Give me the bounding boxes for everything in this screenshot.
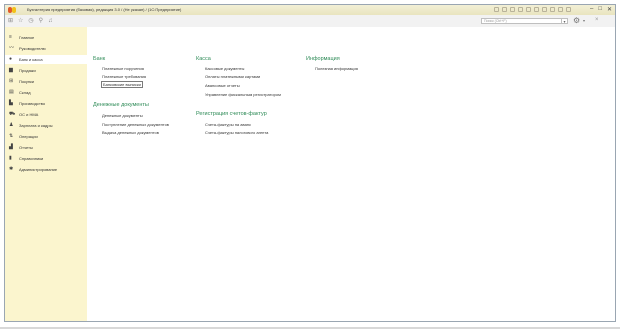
group-title-invoices: Регистрация счетов-фактур [196,111,267,117]
warehouse-icon: ▤ [9,89,14,95]
title-tool-icon[interactable] [550,7,555,12]
sidebar-item-label: Зарплата и кадры [19,123,53,128]
sidebar-item-label: Руководителю [19,46,46,51]
window-title: Бухгалтерия предприятия (базовая), редак… [27,7,182,12]
title-tool-icon[interactable] [518,7,523,12]
sidebar-item-admin[interactable]: ✱ Администрирование [5,165,87,174]
group-title-bank: Банк [93,56,106,62]
sidebar-item-label: Администрирование [19,167,58,172]
title-tool-icon[interactable] [494,7,499,12]
menu-icon: ≡ [9,34,12,40]
title-tool-icon[interactable] [510,7,515,12]
settings-dropdown-icon[interactable]: ▾ [583,18,585,23]
maximize-button[interactable]: □ [598,6,602,13]
title-tool-icon[interactable] [558,7,563,12]
sidebar-item-purchases[interactable]: ⊞ Покупки [5,77,87,86]
operations-icon: ⇅ [9,133,14,139]
title-toolbar [494,7,571,12]
admin-gear-icon: ✱ [9,166,14,172]
group-title-money-docs: Денежные документы [93,102,149,108]
link-money-docs-receipt[interactable]: Поступление денежных документов [102,122,169,127]
group-title-cash: Касса [196,56,211,62]
link-payment-requests[interactable]: Платежные требования [102,74,146,79]
sidebar-item-main[interactable]: ≡ Главное [5,33,87,42]
history-icon[interactable]: ◷ [28,18,33,24]
sidebar-item-assets[interactable]: ⛟ ОС и НМА [5,110,87,119]
search-dropdown-button[interactable]: ▾ [561,18,568,24]
people-icon: ♟ [9,122,14,128]
link-payment-orders[interactable]: Платежные поручения [102,66,144,71]
link-money-docs-issue[interactable]: Выдача денежных документов [102,130,159,135]
link-card-payments[interactable]: Оплаты платежными картами [205,74,260,79]
app-window: Бухгалтерия предприятия (базовая), редак… [4,4,616,322]
book-icon: ▮ [9,155,12,161]
main-content: Банк Платежные поручения Платежные требо… [87,27,615,321]
sidebar-item-label: Отчеты [19,145,33,150]
title-tool-icon[interactable] [526,7,531,12]
sidebar-item-label: Операции [19,134,38,139]
sidebar-item-catalogs[interactable]: ▮ Справочники [5,154,87,163]
cart-icon: ⊞ [9,78,14,84]
link-useful-info[interactable]: Полезная информация [315,66,358,71]
link-fiscal-register[interactable]: Управление фискальным регистратором [205,92,281,97]
settings-gear-icon[interactable]: ⚙ [573,16,580,25]
app-logo-icon [8,7,18,13]
factory-icon: ▙ [9,100,13,106]
apps-icon[interactable]: ⊞ [8,18,13,24]
sidebar-item-reports[interactable]: ▟ Отчеты [5,143,87,152]
search-icon[interactable]: ⚲ [39,18,43,24]
link-cash-docs[interactable]: Кассовые документы [205,66,244,71]
sidebar-item-warehouse[interactable]: ▤ Склад [5,88,87,97]
sidebar-item-label: Главное [19,35,35,40]
sidebar-item-label: ОС и НМА [19,112,39,117]
link-tax-agent-invoices[interactable]: Счета-фактуры налогового агента [205,130,268,135]
sidebar-item-label: Покупки [19,79,35,84]
minimize-button[interactable]: – [590,6,593,13]
sidebar: ≡ Главное 〰 Руководителю ● Банк и касса … [5,27,88,321]
sidebar-item-label: Склад [19,90,31,95]
sidebar-item-production[interactable]: ▙ Производство [5,99,87,108]
sidebar-item-bank-cash[interactable]: ● Банк и касса [5,55,87,64]
bell-icon[interactable]: ♫ [48,18,53,24]
coin-icon: ● [9,56,13,62]
sidebar-item-operations[interactable]: ⇅ Операции [5,132,87,141]
sidebar-item-sales[interactable]: ▆ Продажи [5,66,87,75]
sidebar-item-director[interactable]: 〰 Руководителю [5,44,87,53]
link-bank-statements[interactable]: Банковские выписки [101,81,143,88]
group-title-info: Информация [306,56,340,62]
assets-icon: ⛟ [9,111,16,117]
close-button[interactable]: ✕ [607,6,612,13]
close-tab-icon[interactable]: × [595,17,599,23]
sidebar-item-label: Производство [19,101,46,106]
sidebar-item-label: Продажи [19,68,36,73]
link-advance-reports[interactable]: Авансовые отчеты [205,83,240,88]
search-input[interactable]: Поиск (Ctrl+F) [481,18,563,24]
sidebar-item-salary[interactable]: ♟ Зарплата и кадры [5,121,87,130]
link-money-docs[interactable]: Денежные документы [102,113,143,118]
sidebar-item-label: Справочники [19,156,44,161]
title-tool-icon[interactable] [502,7,507,12]
link-advance-invoices[interactable]: Счета-фактуры на аванс [205,122,251,127]
sidebar-item-label: Банк и касса [19,57,43,62]
reports-icon: ▟ [9,144,13,150]
title-tool-icon[interactable] [566,7,571,12]
title-tool-icon[interactable] [534,7,539,12]
star-icon[interactable]: ☆ [18,18,23,24]
bag-icon: ▆ [9,67,13,73]
chart-line-icon: 〰 [9,45,15,51]
title-tool-icon[interactable] [542,7,547,12]
